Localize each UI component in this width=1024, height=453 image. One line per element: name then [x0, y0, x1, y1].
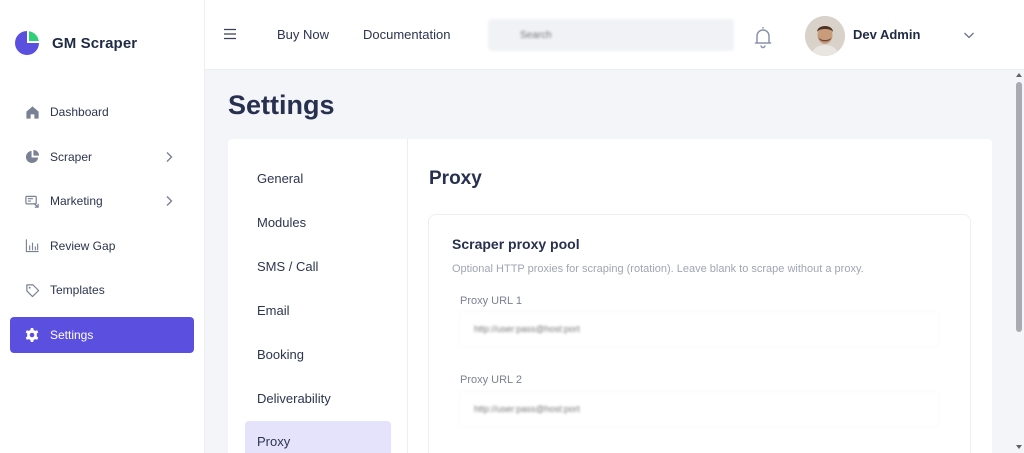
avatar[interactable] — [805, 16, 845, 56]
scroll-down-arrow-icon[interactable] — [1016, 445, 1022, 449]
settings-tab-sms-call[interactable]: SMS / Call — [245, 248, 391, 284]
gm-scraper-logo-icon — [15, 31, 39, 55]
sidebar-item-label: Templates — [50, 283, 105, 297]
gear-icon — [24, 327, 40, 343]
bar-chart-icon — [24, 238, 40, 254]
megaphone-icon — [24, 193, 40, 209]
page-title: Settings — [228, 90, 335, 120]
scrollbar-thumb[interactable] — [1016, 82, 1022, 332]
scroll-up-arrow-icon[interactable] — [1016, 73, 1022, 77]
settings-tab-booking[interactable]: Booking — [245, 336, 391, 372]
brand[interactable]: GM Scraper — [14, 30, 137, 56]
proxy-url-2-input[interactable] — [460, 392, 938, 426]
sidebar-item-settings[interactable]: Settings — [10, 316, 194, 353]
buy-now-link[interactable]: Buy Now — [277, 27, 329, 42]
sidebar-item-templates[interactable]: Templates — [10, 272, 194, 308]
sidebar-item-review-gap[interactable]: Review Gap — [10, 228, 194, 264]
user-name[interactable]: Dev Admin — [853, 27, 920, 42]
sidebar-item-marketing[interactable]: Marketing — [10, 183, 194, 219]
settings-tab-general[interactable]: General — [245, 160, 391, 196]
sidebar-item-label: Settings — [50, 327, 94, 342]
proxy-pool-description: Optional HTTP proxies for scraping (rota… — [452, 263, 864, 275]
chevron-right-icon[interactable] — [162, 150, 176, 164]
settings-tab-deliverability[interactable]: Deliverability — [245, 380, 391, 416]
sidebar-item-dashboard[interactable]: Dashboard — [10, 94, 194, 130]
sidebar-nav: Dashboard Scraper Marketing Review Gap T… — [10, 94, 194, 361]
hamburger-menu-icon[interactable] — [223, 26, 239, 42]
sidebar-item-label: Review Gap — [50, 238, 116, 253]
settings-nav: General Modules SMS / Call Email Booking… — [228, 139, 408, 453]
sidebar-item-label: Scraper — [50, 149, 93, 164]
scrollbar[interactable] — [1014, 70, 1024, 453]
pie-chart-icon — [24, 149, 40, 165]
bell-icon[interactable] — [753, 25, 773, 49]
search-input[interactable] — [488, 19, 734, 51]
proxy-url-2-label: Proxy URL 2 — [460, 374, 522, 386]
documentation-link[interactable]: Documentation — [363, 27, 450, 42]
home-icon — [24, 104, 40, 120]
settings-tab-modules[interactable]: Modules — [245, 204, 391, 240]
sidebar-item-label: Dashboard — [50, 105, 109, 119]
sidebar: GM Scraper Dashboard Scraper Marketing R… — [0, 0, 205, 453]
topbar: Buy Now Documentation Dev Admin — [205, 0, 1024, 70]
chevron-right-icon[interactable] — [162, 194, 176, 208]
sidebar-item-scraper[interactable]: Scraper — [10, 139, 194, 175]
section-title: Proxy — [429, 168, 482, 189]
settings-tab-email[interactable]: Email — [245, 292, 391, 328]
proxy-pool-title: Scraper proxy pool — [452, 236, 580, 252]
settings-card: General Modules SMS / Call Email Booking… — [228, 139, 992, 453]
sidebar-item-label: Marketing — [50, 194, 103, 208]
proxy-pool-card: Scraper proxy pool Optional HTTP proxies… — [428, 214, 971, 453]
chevron-down-icon[interactable] — [962, 28, 976, 42]
proxy-url-1-input[interactable] — [460, 312, 938, 346]
brand-name: GM Scraper — [52, 34, 138, 52]
settings-tab-proxy[interactable]: Proxy — [245, 421, 391, 453]
tag-icon — [24, 282, 40, 298]
proxy-url-1-label: Proxy URL 1 — [460, 295, 522, 307]
